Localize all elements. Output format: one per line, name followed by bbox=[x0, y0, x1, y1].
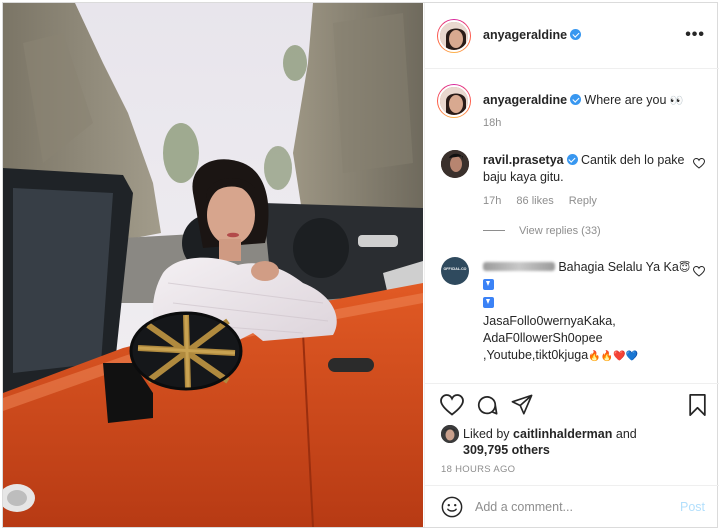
avatar-text: OFFICIAL.CO bbox=[443, 267, 467, 271]
commenter-avatar[interactable]: OFFICIAL.CO bbox=[441, 257, 469, 285]
comment-meta: 17h 86 likes Reply bbox=[483, 195, 609, 207]
halo-emoji-icon: 😇 bbox=[678, 262, 691, 274]
instagram-post-frame: anyageraldine ••• anyageraldine Where ar… bbox=[2, 2, 719, 528]
comment-text-line2: JasaFollo0wernyaKaka, bbox=[483, 314, 616, 328]
liked-by-user[interactable]: caitlinhalderman bbox=[513, 427, 612, 441]
blurred-username[interactable] bbox=[483, 262, 555, 271]
comment-body: ravil.prasetya Cantik deh lo pake baju k… bbox=[483, 152, 698, 186]
view-replies-button[interactable]: View replies (33) bbox=[483, 225, 601, 237]
post-comment-button[interactable]: Post bbox=[680, 500, 705, 514]
add-comment-bar: Post bbox=[425, 485, 719, 527]
view-replies-label: View replies (33) bbox=[519, 225, 601, 237]
verified-badge-icon bbox=[570, 29, 582, 40]
verified-badge-icon bbox=[566, 154, 578, 165]
comment-like-heart-icon[interactable] bbox=[693, 266, 705, 277]
author-avatar[interactable] bbox=[437, 19, 471, 53]
author-username[interactable]: anyageraldine bbox=[483, 28, 567, 42]
add-comment-input[interactable] bbox=[475, 498, 665, 516]
caption-username[interactable]: anyageraldine bbox=[483, 93, 567, 107]
comments-list[interactable]: anyageraldine Where are you 👀 18h ravil.… bbox=[425, 70, 719, 382]
reply-button[interactable]: Reply bbox=[569, 195, 597, 207]
caption-avatar[interactable] bbox=[437, 84, 471, 118]
emoji-smiley-icon[interactable] bbox=[441, 496, 463, 518]
save-bookmark-icon[interactable] bbox=[688, 394, 707, 416]
caption-text: Where are you bbox=[584, 93, 667, 107]
comment-like-heart-icon[interactable] bbox=[693, 158, 705, 169]
more-options-icon[interactable]: ••• bbox=[685, 26, 705, 44]
comment-body: Bahagia Selalu Ya Ka😇 JasaFollo0wernyaKa… bbox=[483, 259, 693, 365]
commenter-avatar[interactable] bbox=[441, 150, 469, 178]
fire-heart-emoji-icons: 🔥🔥❤️💙 bbox=[588, 351, 638, 362]
down-arrow-emoji-icon bbox=[483, 297, 494, 308]
caption-time[interactable]: 18h bbox=[483, 117, 501, 129]
avatar-photo bbox=[438, 20, 470, 52]
post-header: anyageraldine ••• bbox=[425, 3, 719, 69]
share-send-icon[interactable] bbox=[511, 394, 533, 416]
down-arrow-emoji-icon bbox=[483, 279, 494, 290]
liked-by-and: and bbox=[615, 427, 637, 441]
post-timestamp[interactable]: 18 HOURS AGO bbox=[441, 464, 515, 475]
post-photo[interactable] bbox=[3, 3, 423, 527]
avatar-photo bbox=[438, 85, 470, 117]
like-heart-icon[interactable] bbox=[440, 394, 464, 416]
comment-text-line3: AdaF0llowerSh0opee bbox=[483, 331, 603, 345]
replies-line-divider bbox=[483, 230, 505, 231]
comment-text-line4: ,Youtube,tikt0kjuga bbox=[483, 348, 589, 362]
liked-by-prefix: Liked by bbox=[463, 427, 510, 441]
post-actions: Liked by caitlinhalderman and 309,795 ot… bbox=[425, 383, 719, 495]
verified-badge-icon bbox=[570, 94, 582, 105]
liked-by-others[interactable]: 309,795 others bbox=[463, 443, 550, 457]
post-side-panel: anyageraldine ••• anyageraldine Where ar… bbox=[424, 3, 719, 527]
eyes-emoji-icon: 👀 bbox=[669, 95, 684, 107]
author-username-link[interactable]: anyageraldine bbox=[483, 28, 582, 42]
comment-time[interactable]: 17h bbox=[483, 195, 501, 207]
comment-text-line1: Bahagia Selalu Ya Ka bbox=[558, 260, 679, 274]
comment-username[interactable]: ravil.prasetya bbox=[483, 153, 564, 167]
caption: anyageraldine Where are you 👀 bbox=[483, 92, 708, 109]
comment-bubble-icon[interactable] bbox=[476, 394, 498, 416]
liker-avatar[interactable] bbox=[441, 425, 459, 443]
liked-by-summary: Liked by caitlinhalderman and 309,795 ot… bbox=[463, 426, 637, 458]
comment-likes[interactable]: 86 likes bbox=[516, 195, 553, 207]
photo-illustration bbox=[3, 3, 423, 527]
